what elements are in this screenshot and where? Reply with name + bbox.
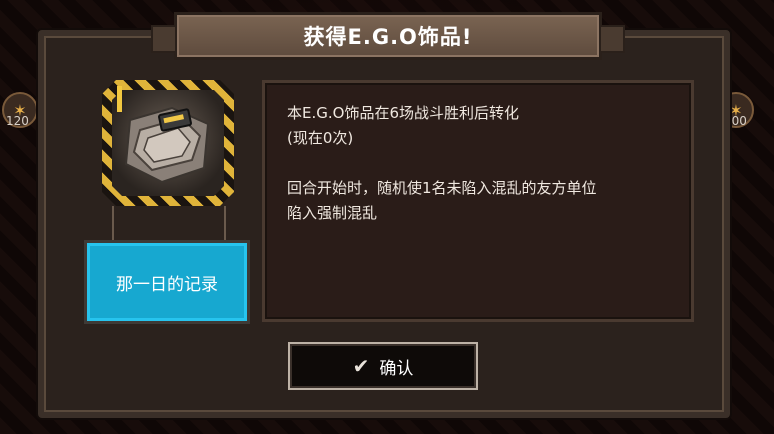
chain-left: [112, 206, 114, 240]
left-badge-value: 120: [6, 114, 29, 128]
ego-name-button[interactable]: 那一日的记录: [84, 240, 250, 324]
document-pile-icon: [112, 90, 224, 196]
description-line-3: 回合开始时，随机使1名未陷入混乱的友方单位: [287, 179, 597, 197]
chain-right: [224, 206, 226, 240]
description-line-1: 本E.G.O饰品在6场战斗胜利后转化: [287, 104, 519, 122]
description-line-4: 陷入强制混乱: [287, 204, 378, 222]
ego-description-panel: 本E.G.O饰品在6场战斗胜利后转化 (现在0次) 回合开始时，随机使1名未陷入…: [262, 80, 694, 322]
confirm-label: 确认: [379, 358, 414, 379]
description-line-2: (现在0次): [287, 129, 354, 147]
ego-grade-marker: [117, 86, 122, 112]
document-pile-icon-graphic: [124, 106, 210, 184]
confirm-button[interactable]: ✔ 确认: [288, 342, 478, 390]
check-icon: ✔: [352, 354, 370, 378]
dialog-title-text: 获得E.G.O饰品!: [303, 25, 473, 49]
dialog-title: 获得E.G.O饰品!: [151, 12, 625, 60]
ego-name-label: 那一日的记录: [116, 274, 218, 295]
